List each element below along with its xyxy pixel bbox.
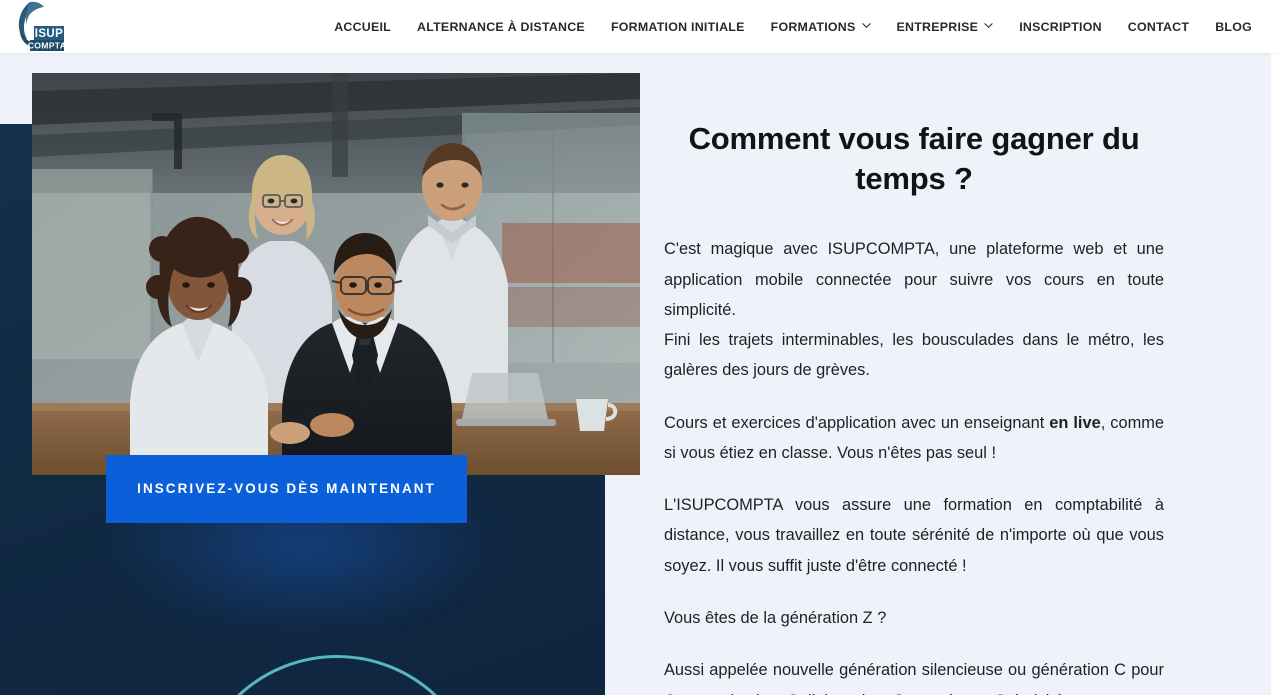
nav-item-formation-initiale[interactable]: FORMATION INITIALE <box>598 0 758 53</box>
nav-label: BLOG <box>1215 19 1252 34</box>
nav-item-inscription[interactable]: INSCRIPTION <box>1006 0 1115 53</box>
nav-label: ALTERNANCE À DISTANCE <box>417 19 585 34</box>
teal-circle-decoration <box>192 655 482 695</box>
nav-item-accueil[interactable]: ACCUEIL <box>321 0 404 53</box>
paragraph-4: Vous êtes de la génération Z ? <box>664 609 887 627</box>
nav-label: ACCUEIL <box>334 19 392 34</box>
page-title: Comment vous faire gagner du temps ? <box>688 121 1140 196</box>
content-paragraphs: C'est magique avec ISUPCOMPTA, une plate… <box>664 234 1164 695</box>
nav-label: ENTREPRISE <box>896 19 979 34</box>
nav-label: INSCRIPTION <box>1019 19 1102 34</box>
nav-item-entreprise[interactable]: ENTREPRISE <box>884 0 1007 53</box>
svg-text:COMPTA: COMPTA <box>28 41 66 51</box>
nav-item-contact[interactable]: CONTACT <box>1115 0 1202 53</box>
nav-item-blog[interactable]: BLOG <box>1202 0 1265 53</box>
svg-text:ISUP: ISUP <box>35 28 63 40</box>
nav-item-formations[interactable]: FORMATIONS <box>758 0 884 53</box>
nav-label: FORMATION INITIALE <box>610 19 745 34</box>
nav-label: CONTACT <box>1127 19 1190 34</box>
chevron-down-icon <box>861 21 871 30</box>
inscription-cta-button[interactable]: INSCRIVEZ-VOUS DÈS MAINTENANT <box>106 455 467 523</box>
isupcompta-logo[interactable]: ISUP COMPTA <box>8 0 68 54</box>
paragraph-1: C'est magique avec ISUPCOMPTA, une plate… <box>664 240 1164 380</box>
main-navigation: ACCUEIL ALTERNANCE À DISTANCE FORMATION … <box>321 0 1265 53</box>
paragraph-2: Cours et exercices d'application avec un… <box>664 413 1164 462</box>
page-right-edge <box>1271 53 1279 695</box>
nav-label: FORMATIONS <box>770 19 856 34</box>
hero-photo <box>32 73 640 475</box>
site-header: ISUP COMPTA ACCUEIL ALTERNANCE À DISTANC… <box>0 0 1279 53</box>
chevron-down-icon <box>984 21 993 30</box>
content-column: Comment vous faire gagner du temps ? C'e… <box>664 53 1164 695</box>
nav-item-alternance-a-distance[interactable]: ALTERNANCE À DISTANCE <box>404 0 598 53</box>
header-inner: ISUP COMPTA ACCUEIL ALTERNANCE À DISTANC… <box>0 0 1279 53</box>
paragraph-5: Aussi appelée nouvelle génération silenc… <box>664 661 1164 695</box>
page-body: INSCRIVEZ-VOUS DÈS MAINTENANT Comment vo… <box>0 53 1279 695</box>
paragraph-3: L'ISUPCOMPTA vous assure une formation e… <box>664 496 1164 575</box>
